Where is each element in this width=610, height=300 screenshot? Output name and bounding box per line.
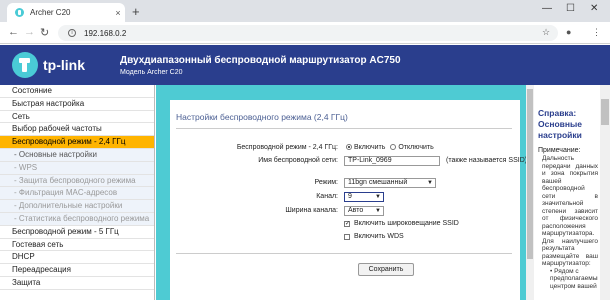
- channel-select-value: 9: [348, 193, 352, 200]
- address-bar[interactable]: i 192.168.0.2: [58, 25, 558, 41]
- help-title: Справка: Основные настройки: [538, 108, 583, 140]
- ssid-label: Имя беспроводной сети:: [258, 157, 338, 164]
- save-button[interactable]: Сохранить: [358, 263, 414, 276]
- mode-select-value: 11bgn смешанный: [348, 179, 408, 186]
- brand-name: tp-link: [43, 57, 85, 73]
- radio-enable[interactable]: [346, 144, 352, 151]
- broadcast-ssid-label: Включить широковещание SSID: [354, 220, 459, 227]
- channel-select[interactable]: 9 ▼: [344, 192, 384, 202]
- help-body: Дальность передачи данных и зона покрыти…: [542, 155, 598, 267]
- browser-tabstrip: Archer C20 × + — ☐ ✕: [0, 0, 610, 22]
- help-panel: Справка: Основные настройки Примечание: …: [536, 100, 598, 300]
- menu-item-wireless-security[interactable]: - Защита беспроводного режима: [0, 174, 154, 188]
- info-icon[interactable]: i: [68, 29, 76, 37]
- ssid-input[interactable]: TP-Link_0969: [344, 156, 440, 166]
- bookmark-star-icon[interactable]: ☆: [542, 27, 550, 38]
- mode-select[interactable]: 11bgn смешанный ▼: [344, 178, 436, 188]
- dropdown-arrow-icon: ▼: [427, 180, 433, 186]
- forward-icon[interactable]: →: [24, 26, 35, 38]
- channel-width-select[interactable]: Авто ▼: [344, 206, 384, 216]
- menu-item-quick-setup[interactable]: Быстрая настройка: [0, 97, 154, 111]
- help-scroll-thumb[interactable]: [601, 99, 609, 125]
- wds-label: Включить WDS: [354, 233, 404, 240]
- wireless-radio-label: Беспроводной режим - 2,4 ГГц:: [236, 144, 338, 151]
- new-tab-button[interactable]: +: [132, 4, 140, 19]
- back-icon[interactable]: ←: [8, 26, 19, 38]
- content-scrollbar[interactable]: [526, 85, 534, 300]
- menu-item-security[interactable]: Защита: [0, 276, 154, 290]
- radio-enable-label: Включить: [354, 144, 386, 151]
- dropdown-arrow-icon: ▼: [375, 208, 381, 214]
- tplink-favicon-icon: [15, 8, 24, 17]
- tab-title: Archer C20: [30, 8, 71, 17]
- title-divider: [176, 128, 512, 129]
- tab-close-icon[interactable]: ×: [111, 8, 125, 18]
- help-bullet: • Рядом с предполагаемым центром вашей: [550, 267, 598, 290]
- help-scrollbar[interactable]: [600, 85, 610, 300]
- menu-item-network[interactable]: Сеть: [0, 110, 154, 124]
- radio-disable-label: Отключить: [398, 144, 434, 151]
- mode-label: Режим:: [314, 179, 338, 186]
- minimize-icon[interactable]: —: [542, 3, 552, 14]
- menu-item-mac-filter[interactable]: - Фильтрация MAC-адресов: [0, 187, 154, 201]
- page-title: Настройки беспроводного режима (2,4 ГГц): [176, 112, 348, 122]
- maximize-icon[interactable]: ☐: [566, 3, 575, 14]
- menu-item-advanced[interactable]: - Дополнительные настройки: [0, 200, 154, 213]
- menu-item-wireless-5[interactable]: Беспроводной режим - 5 ГГц: [0, 225, 154, 239]
- router-header: tp-link Двухдиапазонный беспроводной мар…: [0, 45, 610, 85]
- radio-disable[interactable]: [390, 144, 397, 151]
- browser-tab[interactable]: Archer C20 ×: [7, 3, 125, 22]
- tplink-logo-icon: [12, 52, 38, 78]
- url-text: 192.168.0.2: [84, 28, 127, 38]
- channel-width-value: Авто: [348, 207, 364, 214]
- dropdown-arrow-icon: ▼: [375, 194, 381, 200]
- help-subtitle: Примечание:: [538, 147, 581, 154]
- wireless-radio-group: Включить Отключить: [346, 144, 434, 151]
- router-model: Модель Archer C20: [120, 69, 183, 76]
- wds-checkbox[interactable]: [344, 234, 350, 240]
- router-title: Двухдиапазонный беспроводной маршрутизат…: [120, 55, 401, 66]
- menu-item-forwarding[interactable]: Переадресация: [0, 264, 154, 277]
- tplink-logo: tp-link: [12, 52, 85, 78]
- menu-item-status[interactable]: Состояние: [0, 85, 154, 98]
- menu-item-band-select[interactable]: Выбор рабочей частоты: [0, 123, 154, 137]
- ssid-note: (также называется SSID): [446, 157, 528, 164]
- profile-icon[interactable]: ●: [566, 27, 571, 37]
- menu-item-wireless-24[interactable]: Беспроводной режим - 2,4 ГГц: [0, 136, 154, 149]
- menu-item-basic-settings[interactable]: - Основные настройки: [0, 148, 154, 162]
- content-scroll-thumb[interactable]: [527, 89, 533, 259]
- menu-item-wireless-stats[interactable]: - Статистика беспроводного режима: [0, 212, 154, 226]
- broadcast-ssid-checkbox[interactable]: ✓: [344, 221, 350, 227]
- channel-width-label: Ширина канала:: [285, 207, 338, 214]
- reload-icon[interactable]: ↻: [40, 26, 49, 39]
- close-window-icon[interactable]: ✕: [590, 3, 598, 14]
- browser-toolbar: ← → ↻ i 192.168.0.2 ☆ ● ⋮: [0, 22, 610, 44]
- menu-kebab-icon[interactable]: ⋮: [592, 27, 601, 38]
- menu-item-dhcp[interactable]: DHCP: [0, 251, 154, 265]
- menu-item-wps[interactable]: - WPS: [0, 161, 154, 175]
- menu-item-guest-network[interactable]: Гостевая сеть: [0, 238, 154, 252]
- channel-label: Канал:: [316, 193, 338, 200]
- form-divider: [176, 253, 512, 254]
- sidebar-menu: Состояние Быстрая настройка Сеть Выбор р…: [0, 85, 155, 300]
